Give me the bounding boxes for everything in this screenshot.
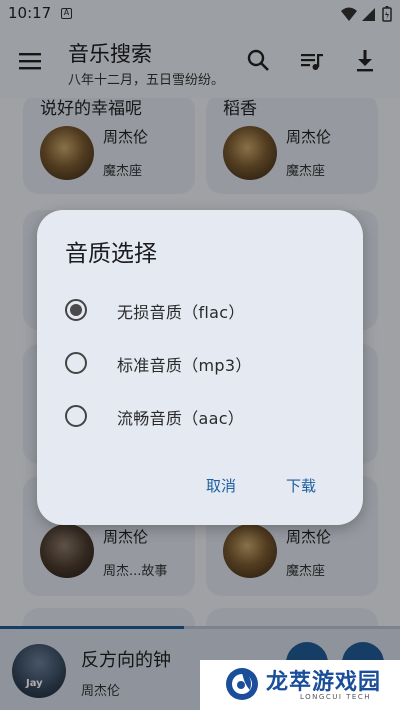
quality-option-flac[interactable]: 无损音质（flac）: [37, 288, 363, 332]
radio-unselected-icon[interactable]: [65, 352, 87, 374]
download-button[interactable]: 下载: [286, 475, 316, 496]
option-label: 无损音质（flac）: [117, 303, 245, 322]
cancel-button[interactable]: 取消: [206, 475, 236, 496]
watermark-logo-icon: [226, 668, 258, 700]
quality-option-aac[interactable]: 流畅音质（aac）: [37, 394, 363, 438]
radio-selected-icon[interactable]: [65, 299, 87, 321]
dialog-title: 音质选择: [65, 241, 157, 267]
quality-dialog: 音质选择 无损音质（flac） 标准音质（mp3） 流畅音质（aac） 取消 下…: [37, 210, 363, 525]
quality-option-mp3[interactable]: 标准音质（mp3）: [37, 341, 363, 385]
watermark: 龙萃游戏园 LONGCUI TECH: [200, 660, 400, 710]
watermark-sub: LONGCUI TECH: [300, 693, 371, 701]
watermark-name: 龙萃游戏园: [266, 670, 382, 695]
option-label: 标准音质（mp3）: [117, 356, 252, 375]
option-label: 流畅音质（aac）: [117, 409, 245, 428]
radio-unselected-icon[interactable]: [65, 405, 87, 427]
